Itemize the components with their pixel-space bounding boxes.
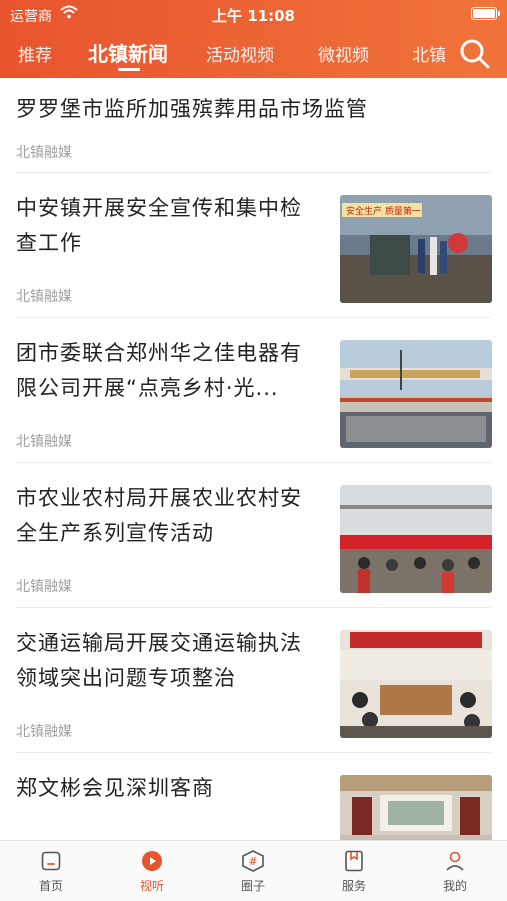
play-icon: [142, 851, 162, 871]
tab-activity-video[interactable]: 活动视频: [206, 41, 274, 66]
bottom-nav: 首页 视听 # 圈子 服务 我的: [0, 840, 507, 901]
svg-text:安全生产 质量第一: 安全生产 质量第一: [346, 205, 421, 217]
tab-beizhen-news[interactable]: 北镇新闻: [88, 38, 168, 67]
tab-beizhen-more[interactable]: 北镇: [412, 41, 446, 66]
channel-tabs: 推荐 北镇新闻 活动视频 微视频 北镇: [0, 28, 450, 78]
news-source: 北镇融媒: [16, 289, 72, 305]
search-icon[interactable]: [459, 38, 491, 70]
status-bar: 运营商 上午 11:08: [0, 0, 507, 28]
news-title: 团市委联合郑州华之佳电器有 限公司开展“点亮乡村·光...: [16, 341, 302, 400]
news-title: 市农业农村局开展农业农村安 全生产系列宣传活动: [16, 486, 302, 545]
news-item[interactable]: 郑文彬会见深圳客商: [0, 753, 507, 840]
news-thumbnail: [340, 775, 492, 840]
news-thumbnail: [340, 485, 492, 593]
bookmark-icon: [345, 850, 363, 872]
news-title: 中安镇开展安全宣传和集中检 查工作: [16, 196, 302, 255]
app-header: 运营商 上午 11:08 推荐 北镇新闻 活动视频 微视频 北镇: [0, 0, 507, 78]
news-source: 北镇融媒: [16, 724, 72, 740]
home-icon: [41, 851, 61, 871]
active-tab-indicator: [118, 68, 140, 71]
news-thumbnail: 安全生产 质量第一: [340, 195, 492, 303]
nav-audiovisual[interactable]: 视听: [122, 849, 182, 894]
news-title: 郑文彬会见深圳客商: [16, 776, 214, 800]
user-icon: [446, 851, 464, 871]
nav-circle[interactable]: # 圈子: [223, 849, 283, 894]
news-list: 罗罗堡市监所加强殡葬用品市场监管 北镇融媒 中安镇开展安全宣传和集中检 查工作 …: [0, 78, 507, 840]
tab-recommend[interactable]: 推荐: [18, 41, 52, 66]
news-thumbnail: [340, 630, 492, 738]
news-item[interactable]: 罗罗堡市监所加强殡葬用品市场监管 北镇融媒: [0, 78, 507, 173]
nav-service[interactable]: 服务: [324, 849, 384, 894]
news-thumbnail: [340, 340, 492, 448]
nav-home[interactable]: 首页: [21, 849, 81, 894]
news-source: 北镇融媒: [16, 145, 72, 161]
hashtag-icon: #: [242, 850, 264, 872]
tab-micro-video[interactable]: 微视频: [318, 41, 369, 66]
news-item[interactable]: 交通运输局开展交通运输执法 领域突出问题专项整治 北镇融媒: [0, 608, 507, 753]
news-title: 交通运输局开展交通运输执法 领域突出问题专项整治: [16, 631, 302, 690]
news-item[interactable]: 市农业农村局开展农业农村安 全生产系列宣传活动 北镇融媒: [0, 463, 507, 608]
battery-icon: [471, 7, 500, 20]
news-title: 罗罗堡市监所加强殡葬用品市场监管: [16, 97, 368, 121]
nav-profile[interactable]: 我的: [425, 849, 485, 894]
news-source: 北镇融媒: [16, 579, 72, 595]
news-item[interactable]: 团市委联合郑州华之佳电器有 限公司开展“点亮乡村·光... 北镇融媒: [0, 318, 507, 463]
clock: 上午 11:08: [212, 7, 295, 25]
svg-text:#: #: [248, 855, 257, 868]
news-source: 北镇融媒: [16, 434, 72, 450]
news-item[interactable]: 中安镇开展安全宣传和集中检 查工作 北镇融媒 安全生产 质量第一: [0, 173, 507, 318]
